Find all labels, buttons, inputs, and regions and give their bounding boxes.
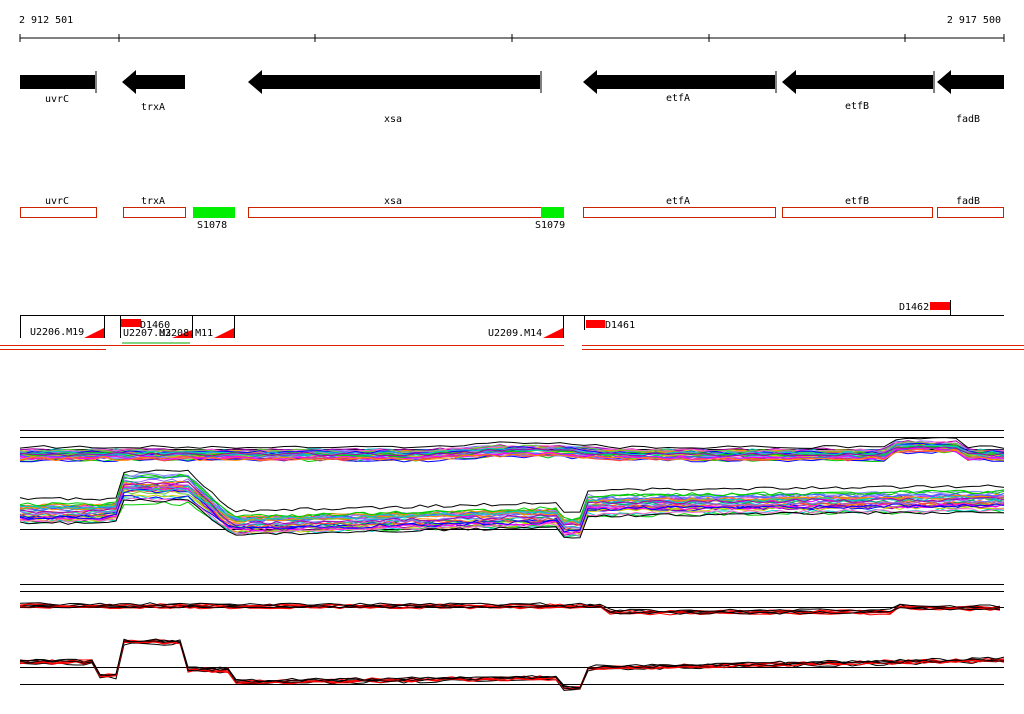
feature-D1461[interactable]: D1461 [584, 316, 636, 331]
gene-label: trxA [141, 102, 165, 113]
expression-track-multicolor [19, 430, 1005, 539]
site-label: S1078 [197, 220, 227, 231]
coordinate-ruler: 2 912 501 2 917 500 [19, 15, 1005, 42]
gene-label: fadB [956, 114, 980, 125]
probe-label: U2209.M14 [488, 328, 542, 339]
expression-profiles-blackred [19, 602, 1005, 691]
end-coordinate: 2 917 500 [947, 15, 1001, 26]
gene-uvrC[interactable]: uvrC [20, 71, 97, 105]
gene-etfA[interactable]: etfA [583, 70, 777, 104]
gene-etfB[interactable]: etfB [782, 70, 935, 112]
expression-profiles-multicolor [19, 436, 1005, 539]
gene-track: uvrC trxA xsa etfA etfB fadB [20, 70, 1004, 125]
annotation-label: xsa [384, 196, 402, 207]
gene-label: xsa [384, 114, 402, 125]
probe-track: D1462 U2206.M19 D1460 U2207.M3 U2208.M11 [0, 300, 1024, 350]
probe-baselines [0, 345, 1024, 350]
gene-label: uvrC [45, 94, 69, 105]
annotation-etfB[interactable]: etfB [782, 196, 933, 218]
annotation-trxA[interactable]: trxA [123, 196, 186, 218]
probe-U2209.M14[interactable]: U2209.M14 [488, 316, 564, 339]
feature-label: D1461 [605, 320, 635, 331]
gene-fadB[interactable]: fadB [937, 70, 1004, 125]
annotation-label: uvrC [45, 196, 69, 207]
site-label: S1079 [535, 220, 565, 231]
annotation-uvrC[interactable]: uvrC [20, 196, 97, 218]
site-S1079[interactable]: S1079 [535, 207, 565, 231]
genome-browser: 2 912 501 2 917 500 uvrC trxA xsa etfA e… [0, 15, 1024, 691]
probe-U2208.M11[interactable]: U2208.M11 [159, 316, 235, 339]
expression-trace [19, 641, 1005, 691]
gene-xsa[interactable]: xsa [248, 70, 542, 125]
feature-label: D1462 [899, 302, 929, 313]
annotation-label: trxA [141, 196, 165, 207]
annotation-label: etfA [666, 196, 690, 207]
annotation-track: uvrC trxA xsa etfA etfB fadB S1078 S1079 [20, 196, 1004, 231]
annotation-fadB[interactable]: fadB [937, 196, 1004, 218]
probe-label: U2208.M11 [159, 328, 213, 339]
gene-label: etfA [666, 93, 690, 104]
expression-track-blackred [19, 584, 1005, 691]
gene-label: etfB [845, 101, 869, 112]
feature-D1462[interactable]: D1462 [899, 302, 950, 313]
probe-U2206.M19[interactable]: U2206.M19 [20, 316, 105, 338]
annotation-xsa[interactable]: xsa [248, 196, 564, 218]
annotation-label: fadB [956, 196, 980, 207]
gene-trxA[interactable]: trxA [122, 70, 185, 113]
site-S1078[interactable]: S1078 [193, 207, 235, 231]
probe-label: U2206.M19 [30, 327, 84, 338]
annotation-label: etfB [845, 196, 869, 207]
start-coordinate: 2 912 501 [19, 15, 73, 26]
annotation-etfA[interactable]: etfA [583, 196, 776, 218]
